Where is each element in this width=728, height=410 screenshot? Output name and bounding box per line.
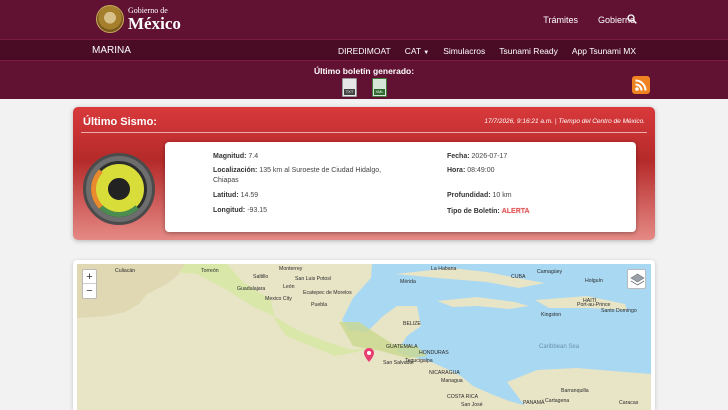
map-label-cuba: CUBA [511,274,526,280]
map-label-cartagena: Cartagena [545,398,570,404]
quake-title: Último Sismo: [83,116,157,128]
map-label-ecatepec: Ecatepec de Morelos [303,290,352,296]
rss-icon[interactable] [632,76,650,94]
map-label-belize: BELIZE [403,321,421,327]
hour-field: Hora: 08:49:00 [447,167,495,174]
longitude-value: -93.15 [247,207,268,214]
map-label-guadalajara: Guadalajara [237,286,266,292]
map-label-managua: Managua [441,378,463,384]
magnitude-field: Magnitud: 7.4 [213,153,259,160]
divider [81,132,647,133]
map-label-holguin: Holguín [585,278,603,284]
top-nav: Trámites Gobierno [543,15,635,25]
zoom-control: + − [82,269,97,299]
brand-marina[interactable]: MARINA [92,45,131,56]
caret-down-icon: ▼ [423,50,430,56]
map-label-saltillo: Saltillo [253,274,269,280]
depth-value: 10 km [492,192,512,199]
map-label-mexico-city: Mexico City [265,296,292,302]
map-label-honduras: HONDURAS [419,350,449,356]
longitude-field: Longitud: -93.15 [213,207,268,214]
map-label-caribbean-sea: Caribbean Sea [539,344,580,350]
txt-file-icon[interactable]: TXT [342,78,357,97]
map-label-culiacan: Culiacán [115,268,136,274]
bulletin-type-field: Tipo de Boletín: ALERTA [447,208,530,215]
latitude-field: Latitud: 14.59 [213,192,259,199]
map-label-nicaragua: NICARAGUA [429,370,460,376]
logo-big-text: México [128,14,181,33]
map-label-guatemala: GUATEMALA [386,344,418,350]
quake-time: 17/7/2026, 9:16:21 a.m. | Tiempo del Cen… [484,118,645,125]
layers-button[interactable] [627,269,646,289]
location-value-1: 135 km al Suroeste de Ciudad Hidalgo, [259,167,382,174]
quake-info-card: Magnitud: 7.4 Localización: 135 km al Su… [165,142,636,232]
tsunami-center-logo [83,153,155,225]
depth-field: Profundidad: 10 km [447,192,512,199]
epicenter-marker-icon[interactable] [364,348,374,362]
map-label-caracas: Caracas [619,400,639,406]
zoom-in-button[interactable]: + [83,270,96,284]
location-value-2: Chiapas [213,177,239,185]
map-label-la-habana: La Habana [431,266,457,272]
layers-icon [630,273,645,286]
map-label-san-salvador: San Salvador [383,360,415,366]
map-label-santo-domingo: Santo Domingo [601,308,637,314]
latitude-value: 14.59 [240,192,259,199]
map-label-barranquilla: Barranquilla [561,388,589,394]
bulletin-type-value: ALERTA [501,208,530,215]
nav-tramites[interactable]: Trámites [543,15,578,25]
nav-simulacros[interactable]: Simulacros [443,46,485,56]
gobierno-logo[interactable]: Gobierno de México [96,5,181,33]
map-label-torreon: Torreón [201,268,219,274]
date-field: Fecha: 2026-07-17 [447,153,508,160]
last-earthquake-panel: Último Sismo: 17/7/2026, 9:16:21 a.m. | … [73,107,655,240]
date-value: 2026-07-17 [471,153,508,160]
map-label-leon: León [283,284,295,290]
map-label-merida: Mérida [400,279,416,285]
map-label-puebla: Puebla [311,302,328,308]
search-icon[interactable] [627,14,637,24]
nav-tsunami-ready[interactable]: Tsunami Ready [499,46,558,56]
top-header: Gobierno de México Trámites Gobierno [0,0,728,39]
bulletin-bar: Último boletín generado: TXT XML [0,60,728,99]
nav-app-tsunami[interactable]: App Tsunami MX [572,46,636,56]
map-label-camaguey: Camagüey [537,269,563,275]
map-label-san-luis-potosi: San Luis Potosí [295,276,332,282]
map-view[interactable]: Culiacán Torreón Monterrey Saltillo Méri… [77,264,651,410]
map-panel: Culiacán Torreón Monterrey Saltillo Méri… [73,260,655,410]
magnitude-value: 7.4 [248,153,259,160]
bulletin-title: Último boletín generado: [313,66,415,76]
map-label-panama: PANAMÁ [523,400,545,406]
nav-cat-label: CAT [404,46,421,56]
map-label-kingston: Kingston [541,312,562,318]
zoom-out-button[interactable]: − [83,284,96,298]
national-seal-icon [96,5,124,33]
nav-cat-dropdown[interactable]: CAT ▼ [405,46,430,56]
map-label-costa-rica: COSTA RICA [447,394,479,400]
map-label-monterrey: Monterrey [279,266,303,272]
xml-file-icon[interactable]: XML [372,78,387,97]
nav-diredimoat[interactable]: DIREDIMOAT [338,46,391,56]
hour-value: 08:49:00 [467,167,495,174]
map-label-san-jose: San José [461,402,483,408]
location-field: Localización: 135 km al Suroeste de Ciud… [213,167,382,185]
secondary-nav: MARINA DIREDIMOAT CAT ▼ Simulacros Tsuna… [0,39,728,60]
